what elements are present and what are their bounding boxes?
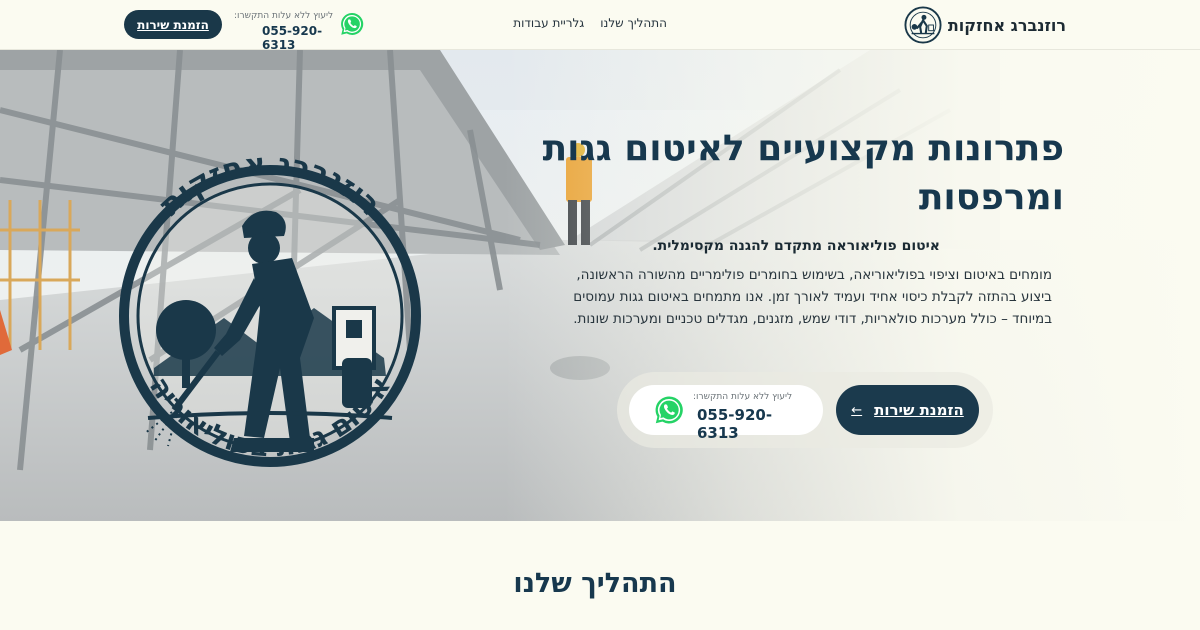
- whatsapp-icon: [655, 396, 683, 424]
- hero-phone-button[interactable]: ליעוץ ללא עלות התקשרו: 055-920-6313: [629, 385, 823, 442]
- nav-link-gallery[interactable]: גלריית עבודות: [513, 16, 584, 30]
- hero-title: פתרונות מקצועיים לאיטום גגות ומרפסות: [542, 128, 1064, 218]
- arrow-left-icon: ←: [851, 402, 863, 418]
- brand[interactable]: רוזנברג אחזקות: [904, 6, 1066, 44]
- brand-name: רוזנברג אחזקות: [947, 15, 1066, 35]
- hero-contact-caption: ליעוץ ללא עלות התקשרו:: [693, 392, 793, 402]
- hero-subtitle: איטום פוליאוראה מתקדם להגנה מקסימלית.: [652, 238, 940, 254]
- header-phone-number[interactable]: 055-920-6313: [262, 24, 334, 52]
- roofer-logo-icon: [904, 6, 942, 44]
- site-header: רוזנברג אחזקות התהליך שלנו גלריית עבודות…: [0, 0, 1200, 52]
- header-book-service-button[interactable]: הזמנת שירות: [124, 10, 222, 39]
- hero-book-service-button[interactable]: הזמנת שירות ←: [836, 385, 979, 435]
- hero-phone-number: 055-920-6313: [697, 406, 773, 442]
- nav-link-process[interactable]: התהליך שלנו: [600, 16, 667, 30]
- main-nav: התהליך שלנו גלריית עבודות: [513, 16, 667, 30]
- hero-description: מומחים באיטום וציפוי בפוליאוריאה, בשימוש…: [573, 267, 1052, 327]
- hero-book-service-label: הזמנת שירות: [874, 401, 964, 419]
- header-phone-contact[interactable]: ליעוץ ללא עלות התקשרו: 055-920-6313: [234, 10, 364, 52]
- header-contact-caption: ליעוץ ללא עלות התקשרו:: [234, 11, 334, 21]
- process-section-title: התהליך שלנו: [513, 568, 677, 599]
- company-emblem-logo: רוזנברג אחזקות איטום גגות בפוליאוריה: [119, 147, 421, 467]
- whatsapp-icon: [341, 13, 364, 35]
- hero-section: רוזנברג אחזקות איטום גגות בפוליאוריה פתר…: [0, 50, 1200, 521]
